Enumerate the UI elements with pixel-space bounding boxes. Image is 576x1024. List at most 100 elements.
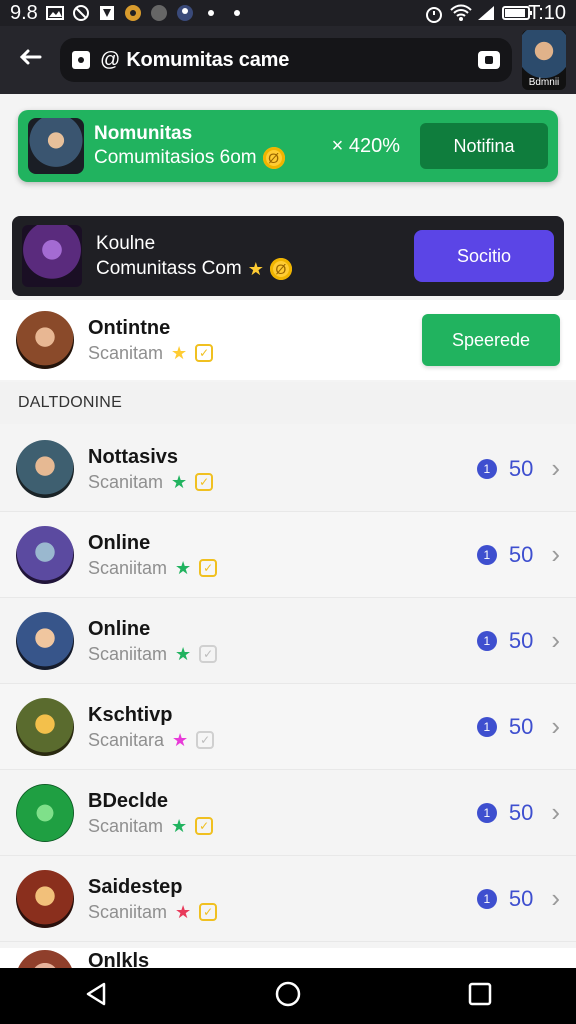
token-icon: 1 bbox=[476, 888, 497, 909]
item-right: 1 50 › bbox=[476, 711, 560, 742]
item-list: Nottasivs Scanitam ★ ✓ 1 50 › Online Sca… bbox=[0, 426, 576, 942]
featured-sub-row: Scanitam ★ ✓ bbox=[88, 341, 214, 365]
profile-thumbnail[interactable]: Bdmnii bbox=[522, 30, 566, 90]
list-item[interactable]: Nottasivs Scanitam ★ ✓ 1 50 › bbox=[0, 426, 576, 512]
check-badge-icon: ✓ bbox=[195, 816, 214, 835]
item-texts: BDeclde Scanitam ★ ✓ bbox=[88, 788, 214, 838]
nav-recents-button[interactable] bbox=[460, 976, 500, 1016]
address-bar[interactable]: @ Komumitas came bbox=[60, 38, 512, 82]
partial-list-item[interactable]: Onlkls bbox=[0, 948, 576, 968]
promo-dark-subtitle: Comunitass Com bbox=[96, 258, 242, 279]
item-count: 50 bbox=[508, 541, 534, 567]
check-badge-icon: ✓ bbox=[196, 730, 215, 749]
featured-row[interactable]: Ontintne Scanitam ★ ✓ Speerede bbox=[0, 300, 576, 380]
battery-icon bbox=[502, 4, 533, 22]
arrow-left-icon bbox=[16, 43, 44, 78]
item-avatar bbox=[16, 783, 74, 842]
triangle-back-icon bbox=[84, 981, 108, 1012]
status-left: 9.8 bbox=[10, 2, 246, 25]
at-icon: @ bbox=[100, 48, 121, 71]
chevron-right-icon[interactable]: › bbox=[551, 883, 560, 914]
section-header: DALTDONINE bbox=[0, 382, 576, 424]
chevron-right-icon[interactable]: › bbox=[551, 625, 560, 656]
star-icon: ★ bbox=[172, 729, 189, 750]
nav-home-button[interactable] bbox=[268, 976, 308, 1016]
item-name: Online bbox=[88, 531, 151, 554]
promo-texts: Nomunitas Comumitasios 6om Ø bbox=[94, 122, 285, 170]
promo-green-card[interactable]: Nomunitas Comumitasios 6om Ø × 420% Noti… bbox=[18, 110, 558, 182]
coin-icon: Ø bbox=[262, 147, 285, 169]
list-item[interactable]: Saidestep Scaniitam ★ ✓ 1 50 › bbox=[0, 856, 576, 942]
item-texts: Nottasivs Scanitam ★ ✓ bbox=[88, 444, 214, 494]
item-sub: Scaniitam bbox=[88, 643, 168, 664]
back-button[interactable] bbox=[10, 40, 50, 80]
lock-icon bbox=[72, 51, 90, 69]
nav-back-button[interactable] bbox=[76, 976, 116, 1016]
promo-percent: × 420% bbox=[331, 134, 400, 157]
item-sub: Scanitam bbox=[88, 471, 164, 492]
item-count: 50 bbox=[508, 627, 534, 653]
social-button[interactable]: Socitio bbox=[414, 230, 554, 282]
promo-avatar bbox=[28, 118, 84, 174]
item-right: 1 50 › bbox=[476, 625, 560, 656]
item-count: 50 bbox=[508, 885, 534, 911]
item-texts: Kschtivp Scanitara ★ ✓ bbox=[88, 702, 215, 752]
item-texts: Online Scaniitam ★ ✓ bbox=[88, 530, 218, 580]
status-time-right: T:10 bbox=[528, 1, 566, 24]
system-nav-bar bbox=[0, 968, 576, 1024]
status-time-left: 9.8 bbox=[10, 1, 38, 24]
check-badge-icon: ✓ bbox=[195, 472, 214, 491]
tabs-icon[interactable] bbox=[478, 51, 500, 69]
item-sub: Scanitara bbox=[88, 729, 165, 750]
check-badge-icon: ✓ bbox=[195, 344, 214, 362]
item-name: Saidestep bbox=[88, 875, 183, 898]
item-sub-row: Scaniitam ★ ✓ bbox=[88, 642, 218, 666]
promo-dark-title: Koulne bbox=[96, 233, 156, 254]
featured-avatar bbox=[16, 311, 74, 369]
promo-title: Nomunitas bbox=[94, 123, 193, 144]
circle-app-icon bbox=[150, 4, 168, 22]
app-bar: @ Komumitas came Bdmnii bbox=[0, 26, 576, 94]
status-bar: 9.8 T:10 bbox=[0, 0, 576, 26]
item-sub-row: Scaniitam ★ ✓ bbox=[88, 556, 218, 580]
list-item[interactable]: BDeclde Scanitam ★ ✓ 1 50 › bbox=[0, 770, 576, 856]
check-badge-icon: ✓ bbox=[199, 644, 218, 663]
list-item[interactable]: Kschtivp Scanitara ★ ✓ 1 50 › bbox=[0, 684, 576, 770]
promo-subtitle-row: Comumitasios 6om Ø bbox=[94, 146, 285, 170]
address-text: Komumitas came bbox=[126, 48, 290, 71]
item-sub: Scanitam bbox=[88, 815, 164, 836]
star-icon: ★ bbox=[171, 471, 188, 492]
app-icon bbox=[98, 4, 116, 22]
chevron-right-icon[interactable]: › bbox=[551, 711, 560, 742]
chevron-right-icon[interactable]: › bbox=[551, 453, 560, 484]
token-icon: 1 bbox=[476, 544, 497, 565]
speed-button[interactable]: Speerede bbox=[422, 314, 560, 366]
coin-icon: Ø bbox=[269, 257, 292, 280]
item-count: 50 bbox=[508, 455, 534, 481]
avatar-app-icon bbox=[176, 4, 194, 22]
item-name: Online bbox=[88, 617, 151, 640]
check-badge-icon: ✓ bbox=[199, 902, 218, 921]
star-icon: ★ bbox=[175, 643, 192, 664]
item-right: 1 50 › bbox=[476, 797, 560, 828]
promo-dark-card[interactable]: Koulne Comunitass Com ★ Ø Socitio bbox=[12, 216, 564, 296]
item-count: 50 bbox=[508, 713, 534, 739]
item-sub-row: Scanitam ★ ✓ bbox=[88, 814, 214, 838]
token-icon: 1 bbox=[476, 630, 497, 651]
dot-icon bbox=[228, 4, 246, 22]
list-item[interactable]: Online Scaniitam ★ ✓ 1 50 › bbox=[0, 512, 576, 598]
item-right: 1 50 › bbox=[476, 883, 560, 914]
chevron-right-icon[interactable]: › bbox=[551, 539, 560, 570]
notify-button[interactable]: Notifina bbox=[420, 123, 548, 169]
gallery-icon bbox=[45, 4, 64, 22]
chevron-right-icon[interactable]: › bbox=[551, 797, 560, 828]
promo-subtitle: Comumitasios 6om bbox=[94, 147, 257, 168]
screen-root: 9.8 T:10 @ Komumitas came Bdmnii Nomunit… bbox=[0, 0, 576, 1024]
item-name: BDeclde bbox=[88, 789, 169, 812]
star-icon: ★ bbox=[171, 343, 188, 363]
star-icon: ★ bbox=[171, 815, 188, 836]
item-avatar bbox=[16, 439, 74, 498]
list-item[interactable]: Online Scaniitam ★ ✓ 1 50 › bbox=[0, 598, 576, 684]
item-right: 1 50 › bbox=[476, 453, 560, 484]
status-right: T:10 bbox=[424, 2, 566, 25]
